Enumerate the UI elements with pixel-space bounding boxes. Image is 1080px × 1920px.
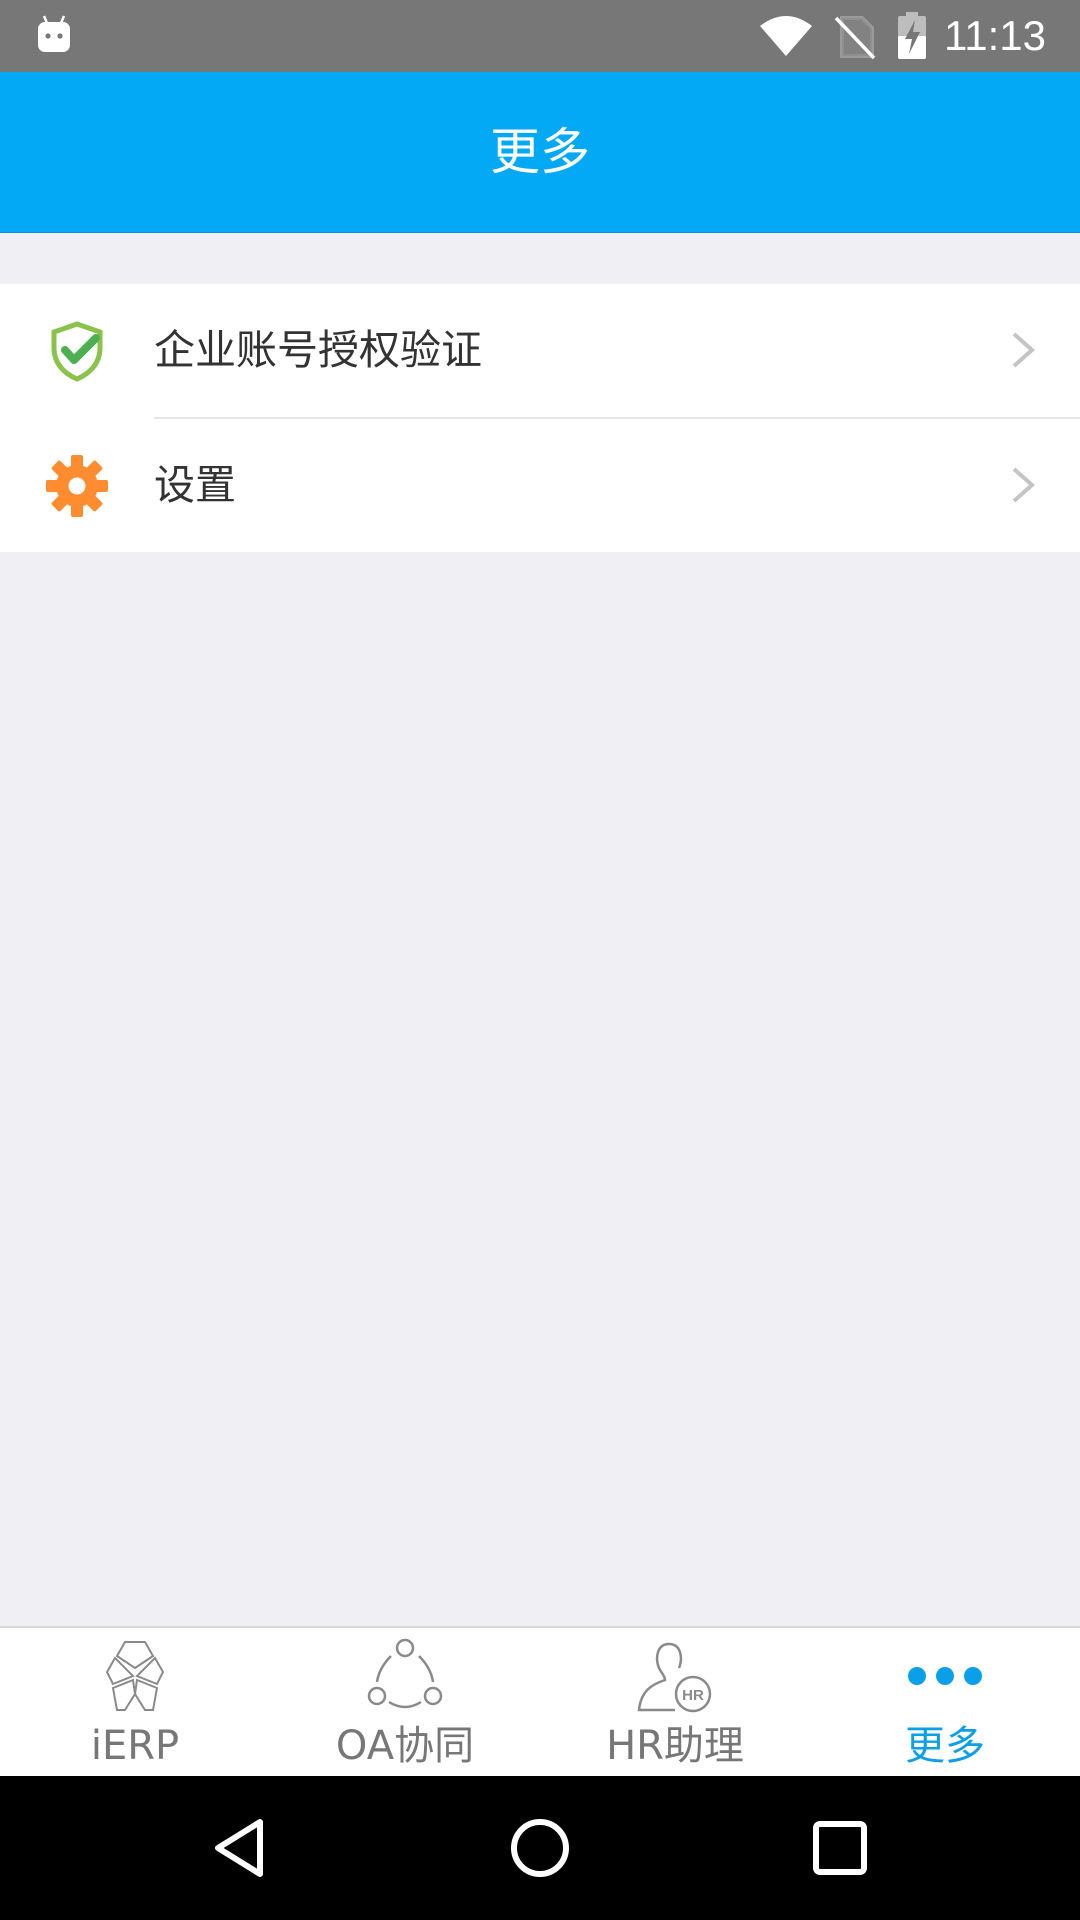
shield-check-icon (51, 321, 103, 382)
menu-item-label: 企业账号授权验证 (154, 326, 482, 374)
tab-hr[interactable]: HR HR助理 (540, 1628, 810, 1778)
android-icon (38, 15, 70, 52)
status-bar: 11:13 (0, 0, 1080, 72)
chevron-right-icon (1012, 332, 1036, 368)
menu-item-enterprise-auth[interactable]: 企业账号授权验证 (0, 284, 1080, 417)
app-header: 更多 (0, 72, 1080, 233)
menu-item-label: 设置 (154, 461, 236, 509)
no-sim-icon (834, 16, 876, 60)
back-icon[interactable] (204, 1812, 276, 1884)
page-title: 更多 (490, 123, 590, 181)
tab-label: HR助理 (606, 1723, 744, 1769)
status-time: 11:13 (944, 12, 1046, 59)
recents-icon[interactable] (804, 1812, 876, 1884)
hexagon-petals-icon (105, 1641, 165, 1711)
home-icon[interactable] (504, 1812, 576, 1884)
tab-ierp[interactable]: iERP (0, 1628, 270, 1778)
menu-list: 企业账号授权验证 设置 (0, 284, 1080, 552)
wifi-icon (760, 16, 812, 56)
menu-item-settings[interactable]: 设置 (0, 419, 1080, 552)
tab-bar: iERP OA协同 HR HR助理 更多 (0, 1626, 1080, 1778)
hr-person-icon: HR (637, 1642, 712, 1713)
tab-oa[interactable]: OA协同 (270, 1628, 540, 1778)
battery-charging-icon (898, 12, 926, 59)
more-dots-icon (908, 1667, 982, 1685)
collaboration-circle-icon (367, 1638, 443, 1709)
navigation-bar (0, 1776, 1080, 1920)
hr-badge-text: HR (682, 1687, 704, 1704)
tab-label: 更多 (905, 1723, 985, 1769)
gear-icon (46, 455, 108, 517)
tab-label: iERP (90, 1723, 180, 1769)
chevron-right-icon (1012, 467, 1036, 503)
tab-more[interactable]: 更多 (810, 1628, 1080, 1778)
tab-label: OA协同 (335, 1723, 475, 1769)
screen: 11:13 更多 企业账号授权验证 设置 iERP OA协同 HR HR助理 更… (0, 0, 1080, 1920)
